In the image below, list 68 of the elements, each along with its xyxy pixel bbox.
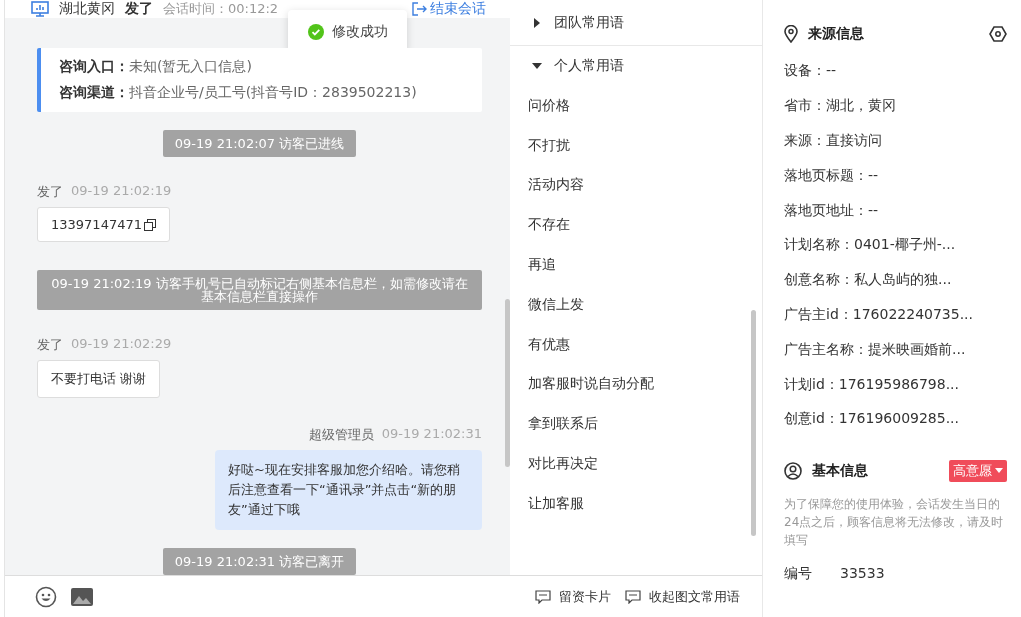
source-field: 落地页地址：-- [784, 193, 1007, 228]
settings-icon[interactable] [989, 26, 1007, 42]
message-bubble: 好哒~现在安排客服加您介绍哈。请您稍后注意查看一下“通讯录”并点击“新的朋友”通过下哦 [215, 450, 482, 530]
source-field: 来源：直接访问 [784, 123, 1007, 159]
message-bubble: 不要打电话 谢谢 [37, 360, 161, 398]
source-field: 省市：湖北，黄冈 [784, 88, 1007, 124]
copy-icon[interactable] [144, 218, 156, 231]
check-circle-icon [307, 24, 324, 40]
location-pin-icon [784, 25, 798, 43]
toolbar-action-button[interactable]: 留资卡片 [535, 587, 611, 606]
phrase-item[interactable]: 不打扰 [510, 125, 762, 166]
caret-down-icon [532, 61, 542, 71]
section-title: 来源信息 [808, 25, 864, 43]
sender-name: 超级管理员 [308, 426, 374, 444]
phrase-item[interactable]: 加客服时说自动分配 [510, 364, 762, 405]
phrase-item[interactable]: 拿到联系后 [510, 404, 762, 445]
sender-name: 发了 [37, 336, 63, 354]
sender-name: 发了 [37, 183, 63, 201]
source-field: 设备：-- [784, 54, 1007, 89]
exit-icon [411, 1, 427, 17]
source-field: 落地页标题：-- [784, 158, 1007, 194]
notice-text: 为了保障您的使用体验，会话发生当日的24点之后，顾客信息将无法修改，请及时填写 [784, 495, 1005, 549]
info-value: 抖音企业号/员工号(抖音号ID：2839502213) [129, 84, 417, 102]
phrase-item[interactable]: 不存在 [510, 205, 762, 246]
session-time: 会话时间：00:12:2 [163, 0, 279, 18]
phrase-group[interactable]: 个人常用语 [510, 46, 762, 86]
intent-dropdown[interactable]: 高意愿 [949, 459, 1007, 482]
field-value: 33533 [840, 564, 885, 583]
phrase-item[interactable]: 对比再决定 [510, 444, 762, 484]
info-value: 未知(暂无入口信息) [129, 58, 252, 76]
visitor-location: 湖北黄冈 [59, 0, 115, 18]
source-field: 创意名称：私人岛屿的独... [784, 262, 1007, 298]
scrollbar-thumb[interactable] [751, 310, 756, 536]
source-field: 广告主id：176022240735... [784, 297, 1007, 333]
user-icon [784, 461, 802, 480]
section-title: 基本信息 [812, 461, 868, 480]
info-label: 咨询入口： [59, 58, 129, 76]
message-time: 09-19 21:02:19 [71, 183, 172, 200]
emoji-icon[interactable] [35, 585, 57, 608]
field-label: 编号 [784, 564, 812, 583]
scrollbar-thumb[interactable] [505, 299, 510, 467]
phrase-item[interactable]: 让加客服 [510, 483, 762, 524]
phrase-item[interactable]: 问价格 [510, 86, 762, 126]
monitor-icon [31, 1, 49, 17]
image-icon[interactable] [71, 586, 93, 607]
end-session-button[interactable]: 结束会话 [411, 0, 486, 18]
phrase-item[interactable]: 微信上发 [510, 285, 762, 325]
system-message: 09-19 21:02:07 访客已进线 [162, 130, 357, 157]
source-field: 创意id：176196009285... [784, 401, 1007, 437]
visitor-name: 发了 [125, 0, 153, 18]
toolbar-action-button[interactable]: 收起图文常用语 [625, 587, 740, 606]
message-time: 09-19 21:02:29 [71, 336, 172, 353]
source-field: 计划id：176195986798... [784, 367, 1007, 402]
message-bubble: 13397147471 [37, 207, 170, 242]
info-label: 咨询渠道： [59, 84, 129, 102]
source-field: 广告主名称：提米映画婚前... [784, 332, 1007, 368]
chat-bubble-icon [625, 589, 641, 604]
chat-bubble-icon [535, 589, 551, 604]
caret-right-icon [532, 17, 542, 28]
phrase-item[interactable]: 有优惠 [510, 324, 762, 365]
system-message: 09-19 21:02:31 访客已离开 [162, 548, 357, 575]
phrase-item[interactable]: 活动内容 [510, 165, 762, 206]
caret-down-icon [995, 468, 1003, 474]
phrase-group[interactable]: 团队常用语 [510, 0, 762, 46]
source-field: 计划名称：0401-椰子州-... [784, 228, 1007, 263]
message-time: 09-19 21:02:31 [381, 426, 482, 443]
system-message: 09-19 21:02:19 访客手机号已自动标记右侧基本信息栏，如需修改请在基本信息栏直接操作 [37, 270, 482, 310]
phrase-item[interactable]: 再追 [510, 245, 762, 285]
